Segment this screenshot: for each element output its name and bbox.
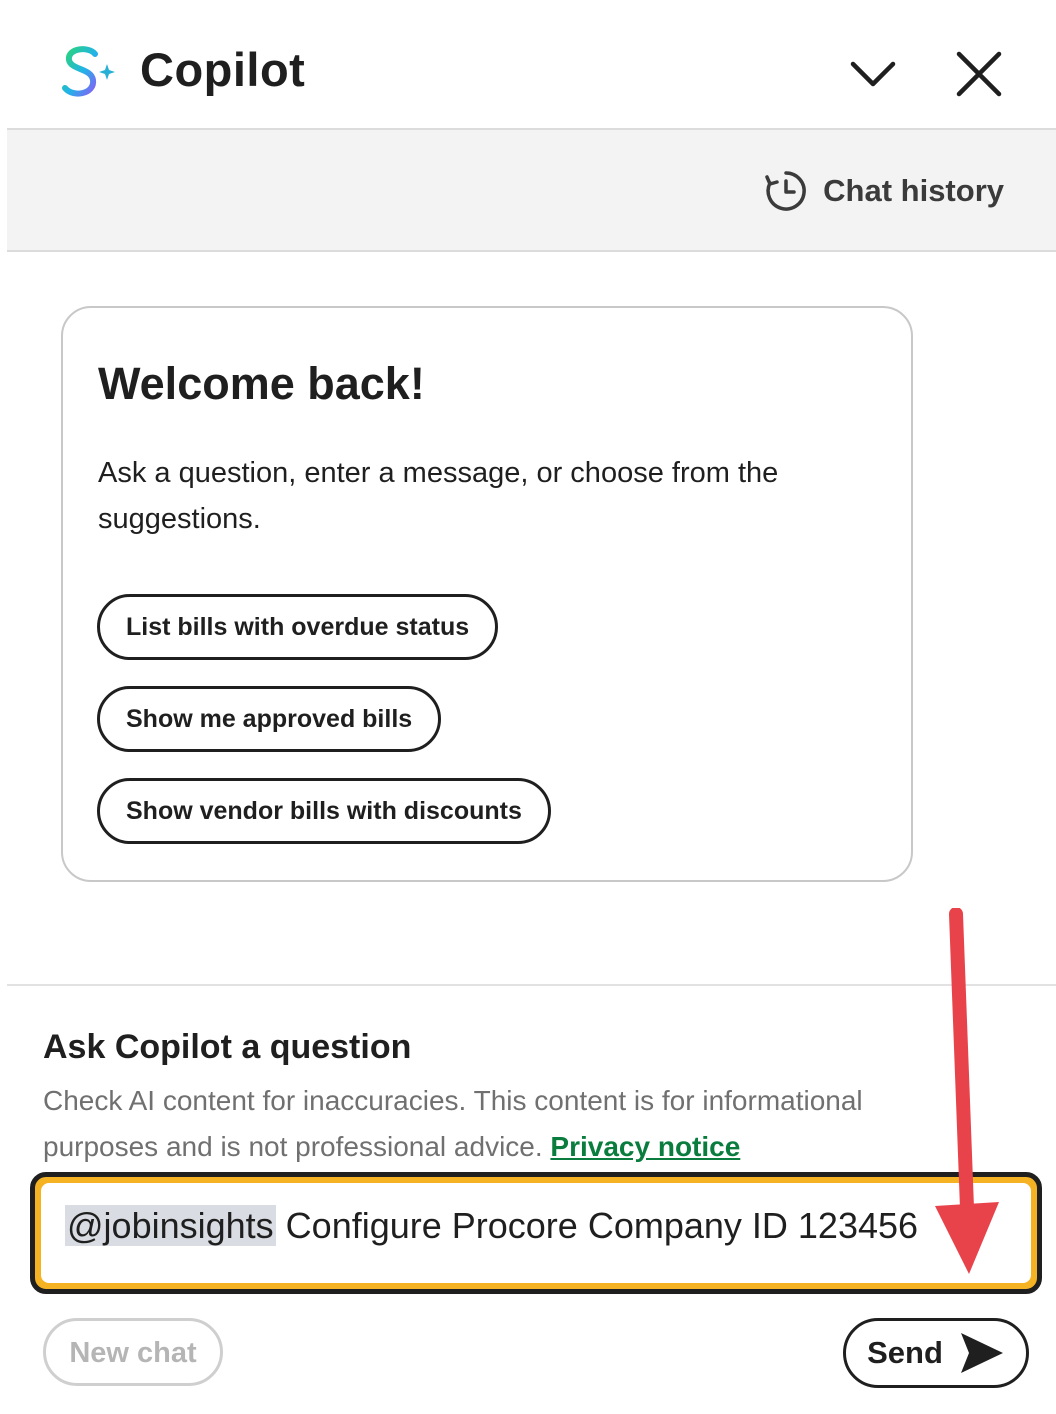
chat-history-button[interactable]: Chat history	[763, 168, 1004, 214]
panel-title: Copilot	[140, 43, 306, 96]
composer-title: Ask Copilot a question	[43, 1028, 412, 1066]
send-arrow-icon	[960, 1333, 1003, 1373]
send-label: Send	[867, 1335, 943, 1370]
welcome-card: Welcome back! Ask a question, enter a me…	[61, 306, 913, 882]
close-button[interactable]	[951, 46, 1007, 102]
send-button[interactable]: Send	[843, 1318, 1029, 1388]
panel-header: Copilot	[7, 8, 1056, 130]
divider	[7, 984, 1056, 986]
suggestion-chip[interactable]: Show me approved bills	[97, 686, 442, 752]
chevron-down-icon	[850, 61, 896, 87]
suggestion-chip[interactable]: Show vendor bills with discounts	[97, 778, 551, 844]
history-clock-icon	[765, 171, 806, 211]
privacy-notice-link[interactable]: Privacy notice	[550, 1131, 740, 1162]
welcome-title: Welcome back!	[98, 358, 425, 409]
history-bar: Chat history	[7, 130, 1056, 252]
message-input-focus-ring: @jobinsights Configure Procore Company I…	[30, 1172, 1042, 1294]
disclaimer-text: Check AI content for inaccuracies. This …	[43, 1078, 973, 1170]
welcome-text: Ask a question, enter a message, or choo…	[98, 457, 779, 535]
message-input-value: Configure Procore Company ID 123456	[285, 1205, 919, 1246]
suggestion-chip[interactable]: List bills with overdue status	[97, 594, 499, 660]
message-input[interactable]: @jobinsights Configure Procore Company I…	[41, 1183, 1031, 1283]
collapse-button[interactable]	[845, 46, 901, 102]
copilot-panel: Copilot Chat history Welcome back! Ask a…	[7, 8, 1056, 1414]
mention-token: @jobinsights	[65, 1205, 276, 1246]
copilot-logo-icon	[59, 42, 117, 104]
close-icon	[956, 51, 1002, 97]
chat-history-label: Chat history	[823, 173, 1004, 208]
new-chat-button[interactable]: New chat	[43, 1318, 223, 1386]
message-input-text: @jobinsights Configure Procore Company I…	[65, 1205, 918, 1247]
